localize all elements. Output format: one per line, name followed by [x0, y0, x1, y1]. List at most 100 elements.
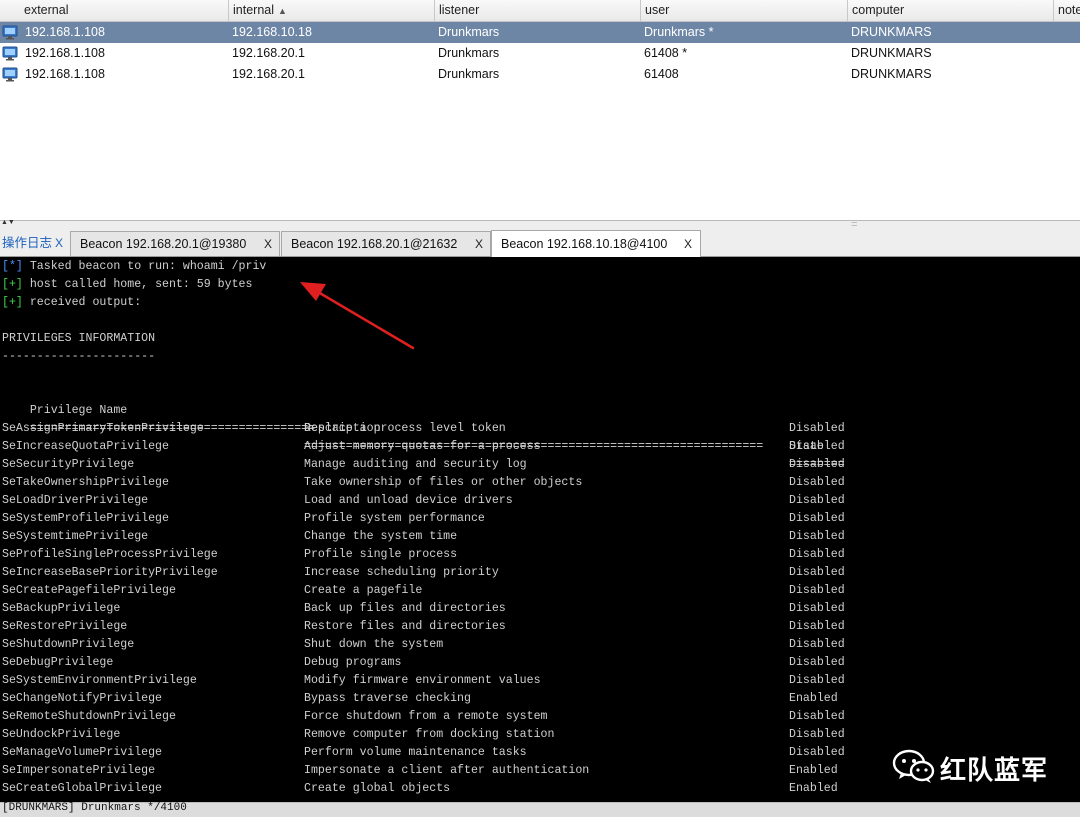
column-header-computer[interactable]: computer: [847, 0, 1053, 21]
privilege-name: SeUndockPrivilege: [2, 728, 121, 741]
close-icon[interactable]: X: [684, 231, 692, 257]
privilege-row: SeSystemEnvironmentPrivilege Modify firmw…: [2, 672, 1072, 690]
table-header-line: Privilege Name Description State: [2, 384, 1072, 453]
privilege-row: SeCreatePagefilePrivilege Create a pagefi…: [2, 582, 1072, 600]
cell-computer: DRUNKMARS: [851, 25, 932, 39]
console-line: [+] host called home, sent: 59 bytes: [2, 276, 252, 294]
privilege-state: Disabled: [789, 656, 845, 669]
privilege-state: Disabled: [789, 476, 845, 489]
privilege-row: SeRemoteShutdownPrivilege Force shutdown …: [2, 708, 1072, 726]
session-table: external internal ▲ listener user compute…: [0, 0, 1080, 220]
session-row[interactable]: 192.168.1.108 192.168.10.18 Drunkmars Dr…: [0, 22, 1080, 43]
column-header-user[interactable]: user: [640, 0, 847, 21]
close-icon[interactable]: X: [475, 232, 483, 257]
console-tag: [+]: [2, 296, 23, 309]
privilege-name: SeCreatePagefilePrivilege: [2, 584, 176, 597]
column-label: external: [24, 3, 69, 17]
tab-bar: 操作日志 X Beacon 192.168.20.1@19380 X Beaco…: [0, 229, 1080, 257]
cell-user: 61408: [644, 67, 679, 81]
privilege-name: SeImpersonatePrivilege: [2, 764, 156, 777]
column-header-internal[interactable]: internal ▲: [228, 0, 434, 21]
collapse-arrows-icon[interactable]: ▲▼: [1, 219, 15, 226]
privilege-state: Disabled: [789, 728, 845, 741]
cell-external: 192.168.1.108: [25, 46, 105, 60]
close-icon[interactable]: X: [55, 231, 63, 256]
session-row[interactable]: 192.168.1.108 192.168.20.1 Drunkmars 614…: [0, 64, 1080, 85]
privilege-description: Take ownership of files or other objects: [304, 476, 583, 489]
privilege-name: SeIncreaseBasePriorityPrivilege: [2, 566, 218, 579]
privilege-row: SeBackupPrivilege Back up files and direc…: [2, 600, 1072, 618]
privilege-state: Disabled: [789, 584, 845, 597]
privilege-description: Change the system time: [304, 530, 458, 543]
privilege-state: Disabled: [789, 620, 845, 633]
privilege-name: SeDebugPrivilege: [2, 656, 114, 669]
tab-beacon-21632[interactable]: Beacon 192.168.20.1@21632 X: [281, 231, 491, 256]
table-rule-line: ========================================…: [2, 402, 1072, 471]
column-label: computer: [852, 3, 905, 17]
privilege-row: SeProfileSingleProcessPrivilege Profile s…: [2, 546, 1072, 564]
column-label: note: [1058, 3, 1080, 17]
privilege-description: Shut down the system: [304, 638, 444, 651]
cell-listener: Drunkmars: [438, 25, 500, 39]
privilege-state: Disabled: [789, 530, 845, 543]
privilege-state: Disabled: [789, 674, 845, 687]
cell-user: Drunkmars *: [644, 25, 714, 39]
privilege-description: Back up files and directories: [304, 602, 506, 615]
tab-event-log[interactable]: 操作日志 X: [0, 231, 66, 256]
privilege-name: SeChangeNotifyPrivilege: [2, 692, 163, 705]
privilege-state: Disabled: [789, 602, 845, 615]
privilege-description: Create a pagefile: [304, 584, 423, 597]
privilege-state: Disabled: [789, 746, 845, 759]
privilege-description: Force shutdown from a remote system: [304, 710, 548, 723]
console-tag: [+]: [2, 278, 23, 291]
session-row[interactable]: 192.168.1.108 192.168.20.1 Drunkmars 614…: [0, 43, 1080, 64]
privilege-name: SeIncreaseQuotaPrivilege: [2, 440, 169, 453]
cell-external: 192.168.1.108: [25, 25, 105, 39]
cell-user: 61408 *: [644, 46, 688, 60]
beacon-console[interactable]: [*] Tasked beacon to run: whoami /priv […: [0, 258, 1080, 802]
privilege-name: SeLoadDriverPrivilege: [2, 494, 149, 507]
console-text: host called home, sent: 59 bytes: [22, 278, 253, 291]
privilege-state: Disabled: [789, 566, 845, 579]
privilege-row: SeTakeOwnershipPrivilege Take ownership o…: [2, 474, 1072, 492]
privilege-row: SeAssignPrimaryTokenPrivilege Replace a p…: [2, 420, 1072, 438]
cell-computer: DRUNKMARS: [851, 46, 932, 60]
privilege-description: Replace a process level token: [304, 422, 506, 435]
privilege-name: SeProfileSingleProcessPrivilege: [2, 548, 218, 561]
privilege-name: SeTakeOwnershipPrivilege: [2, 476, 169, 489]
cell-external: 192.168.1.108: [25, 67, 105, 81]
close-icon[interactable]: X: [264, 232, 272, 257]
console-text: received output:: [22, 296, 142, 309]
privilege-row: SeIncreaseBasePriorityPrivilege Increase …: [2, 564, 1072, 582]
privilege-state: Disabled: [789, 512, 845, 525]
privilege-description: Profile single process: [304, 548, 458, 561]
column-header-external[interactable]: external: [0, 0, 228, 21]
privilege-state: Disabled: [789, 422, 845, 435]
privilege-name: SeAssignPrimaryTokenPrivilege: [2, 422, 204, 435]
tab-beacon-19380[interactable]: Beacon 192.168.20.1@19380 X: [70, 231, 280, 256]
tab-beacon-4100[interactable]: Beacon 192.168.10.18@4100 X: [491, 230, 701, 257]
watermark-text: 红队蓝军: [940, 756, 1049, 786]
privilege-row: SeSecurityPrivilege Manage auditing and s…: [2, 456, 1072, 474]
privilege-name: SeRemoteShutdownPrivilege: [2, 710, 176, 723]
privilege-row: SeLoadDriverPrivilege Load and unload dev…: [2, 492, 1072, 510]
section-rule: ----------------------: [2, 350, 156, 363]
splitter-grip-icon[interactable]: ::::::: [851, 221, 858, 228]
column-header-note[interactable]: note: [1053, 0, 1080, 21]
privilege-description: Manage auditing and security log: [304, 458, 527, 471]
privilege-name: SeShutdownPrivilege: [2, 638, 135, 651]
privilege-state: Enabled: [789, 692, 838, 705]
privilege-description: Load and unload device drivers: [304, 494, 513, 507]
privilege-description: Bypass traverse checking: [304, 692, 471, 705]
column-header-listener[interactable]: listener: [434, 0, 640, 21]
column-label: listener: [439, 3, 480, 17]
tab-label: Beacon 192.168.20.1@21632: [291, 237, 458, 251]
privilege-row: SeDebugPrivilege Debug programs Disabled: [2, 654, 1072, 672]
section-title: PRIVILEGES INFORMATION: [2, 332, 156, 345]
privilege-state: Disabled: [789, 440, 845, 453]
cell-internal: 192.168.20.1: [232, 46, 305, 60]
privilege-name: SeRestorePrivilege: [2, 620, 128, 633]
console-tag: [*]: [2, 260, 23, 273]
privilege-description: Perform volume maintenance tasks: [304, 746, 527, 759]
table-header: external internal ▲ listener user compute…: [0, 0, 1080, 22]
